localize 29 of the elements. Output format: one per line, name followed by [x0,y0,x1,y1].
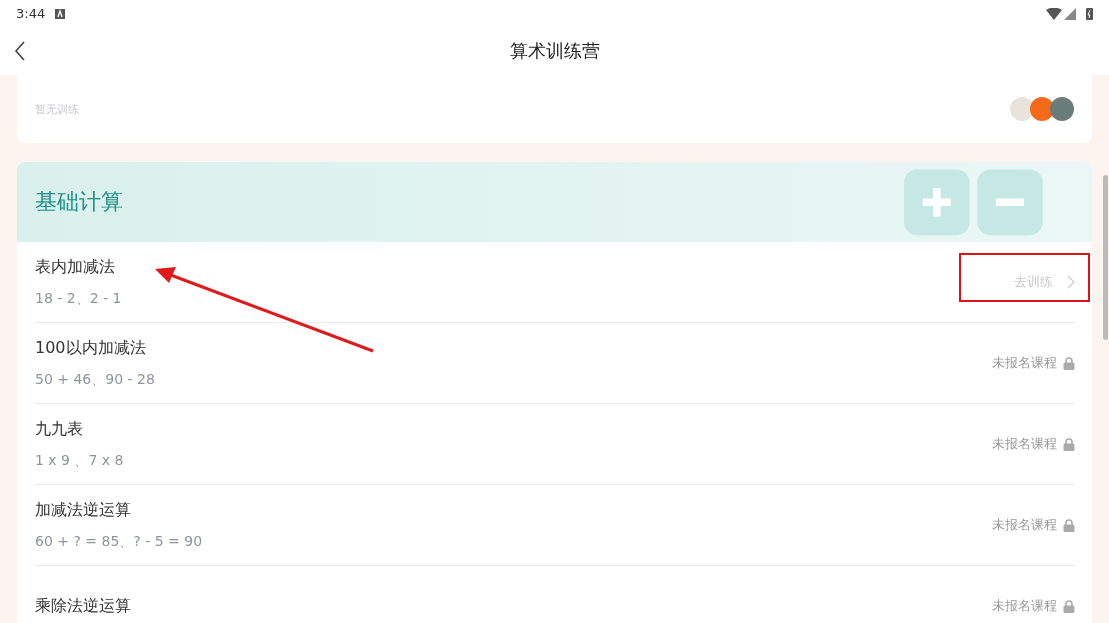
back-icon[interactable] [14,41,26,61]
page-title: 算术训练营 [509,39,600,63]
section-title: 基础计算 [35,188,123,216]
battery-icon [1086,7,1093,20]
lesson-title: 100以内加减法 [35,337,147,359]
lock-icon [1063,437,1075,451]
lesson-title: 表内加减法 [35,256,116,278]
lesson-title: 乘除法逆运算 [35,595,131,617]
lock-icon [1063,599,1075,613]
lesson-example: 1 x 9 、7 x 8 [35,451,124,470]
lock-icon [1063,518,1075,532]
lesson-example: 18 - 2、2 - 1 [35,289,122,308]
lock-icon [1063,356,1075,370]
lesson-example: 50 + 46、90 - 28 [35,370,155,389]
not-enrolled-label: 未报名课程 [992,435,1057,453]
status-time: 3:44 [16,6,46,21]
lesson-title: 加减法逆运算 [35,499,132,521]
signal-icon [1064,7,1076,20]
wifi-icon [1046,7,1062,20]
lesson-title: 九九表 [35,418,84,440]
avatar [1050,97,1074,121]
not-enrolled-label: 未报名课程 [992,354,1057,372]
lesson-example: 60 + ? = 85、? - 5 = 90 [35,532,203,551]
chevron-icon [1067,275,1075,289]
not-enrolled-label: 未报名课程 [992,597,1057,615]
not-enrolled-label: 未报名课程 [992,516,1057,534]
avatar [1010,97,1034,121]
avatar [1030,97,1054,121]
notification-icon [55,8,66,19]
